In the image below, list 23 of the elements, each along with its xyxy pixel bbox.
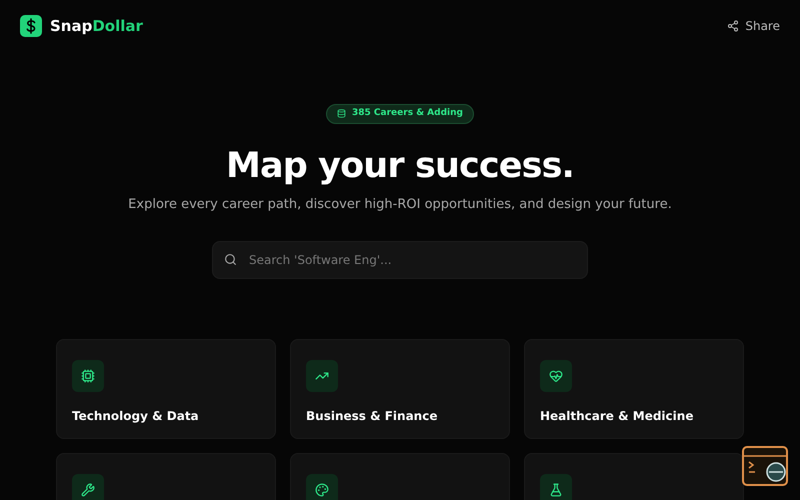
share-icon	[727, 20, 740, 32]
dollar-logo-icon	[20, 15, 42, 38]
category-title: Technology & Data	[72, 408, 200, 425]
category-card[interactable]: Technology & Data	[56, 339, 276, 439]
share-button[interactable]: Share	[727, 17, 780, 36]
flask-icon	[540, 474, 572, 500]
category-card[interactable]: Healthcare & Medicine	[524, 339, 744, 439]
search-icon	[224, 253, 237, 266]
hero-title: Map your success.	[226, 144, 574, 188]
category-card[interactable]: Business & Finance	[290, 339, 510, 439]
hero-subtitle: Explore every career path, discover high-ROI opportunities, and design your future.	[128, 196, 672, 214]
wrench-icon	[72, 474, 104, 500]
brand-name: SnapDollar	[50, 16, 143, 37]
careers-badge: 385 Careers & Adding	[326, 104, 474, 124]
chip-icon	[72, 360, 104, 392]
terminal-widget-icon[interactable]	[742, 446, 788, 486]
category-title: Healthcare & Medicine	[540, 408, 694, 425]
trending-up-icon	[306, 360, 338, 392]
heart-pulse-icon	[540, 360, 572, 392]
database-icon	[337, 109, 346, 118]
palette-icon	[306, 474, 338, 500]
search-field[interactable]: Search 'Software Eng'...	[212, 241, 588, 279]
category-title: Business & Finance	[306, 408, 438, 425]
